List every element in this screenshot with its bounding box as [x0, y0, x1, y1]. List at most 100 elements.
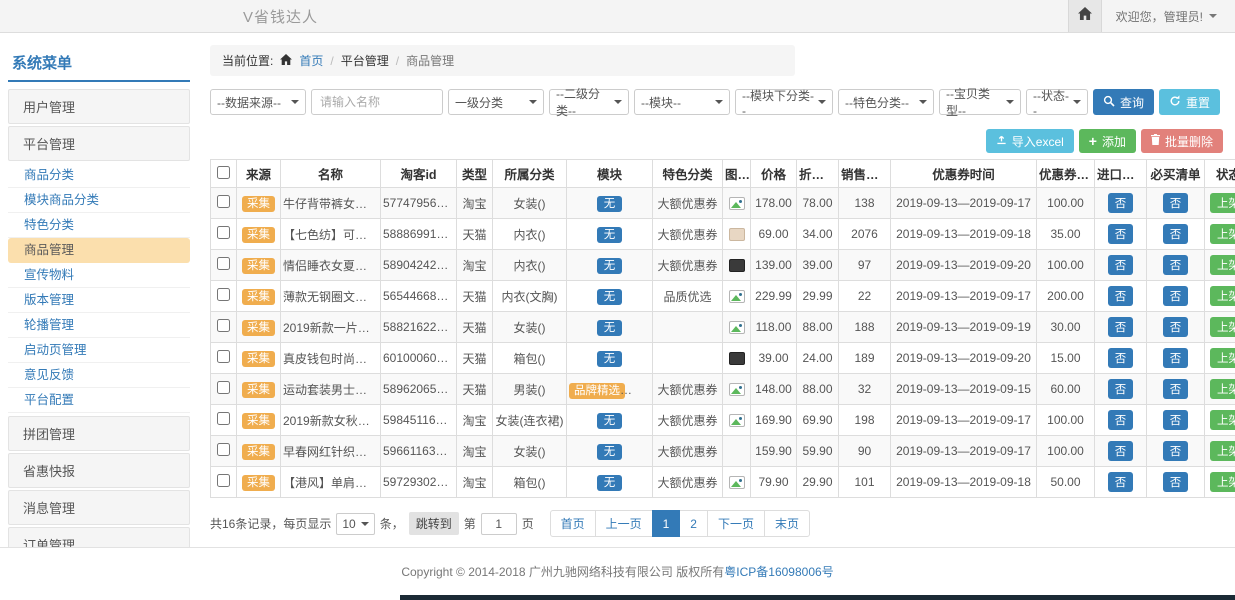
col-header-sales: 销售数量 [839, 160, 891, 188]
sidebar-subitem-feedback[interactable]: 意见反馈 [8, 363, 190, 388]
col-header-coupon-time: 优惠券时间 [891, 160, 1037, 188]
must-buy-toggle[interactable]: 否 [1163, 317, 1189, 337]
home-button[interactable] [1068, 0, 1102, 32]
page-button-last[interactable]: 末页 [764, 510, 810, 537]
data-source-select[interactable]: --数据来源-- [210, 89, 306, 115]
level1-category-select[interactable]: 一级分类 [448, 89, 544, 115]
sidebar-subitem-promo-material[interactable]: 宣传物料 [8, 263, 190, 288]
status-button[interactable]: 上架 [1210, 441, 1235, 461]
row-checkbox[interactable] [217, 257, 230, 270]
product-thumb-icon [729, 476, 745, 489]
feature-category-select[interactable]: --特色分类-- [838, 89, 934, 115]
user-menu[interactable]: 欢迎您，管理员! [1102, 8, 1235, 25]
row-checkbox[interactable] [217, 350, 230, 363]
sidebar-item-savings-express[interactable]: 省惠快报 [8, 453, 190, 488]
status-button[interactable]: 上架 [1210, 379, 1235, 399]
cell-select [211, 281, 237, 312]
import-select-toggle[interactable]: 否 [1108, 348, 1134, 368]
must-buy-toggle[interactable]: 否 [1163, 286, 1189, 306]
must-buy-toggle[interactable]: 否 [1163, 224, 1189, 244]
import-select-toggle[interactable]: 否 [1108, 317, 1134, 337]
reset-button[interactable]: 重置 [1159, 89, 1220, 115]
row-checkbox[interactable] [217, 381, 230, 394]
icp-link[interactable]: 粤ICP备16098006号 [724, 565, 833, 579]
page-button-1[interactable]: 1 [652, 510, 681, 537]
import-select-toggle[interactable]: 否 [1108, 224, 1134, 244]
row-checkbox[interactable] [217, 288, 230, 301]
must-buy-toggle[interactable]: 否 [1163, 410, 1189, 430]
row-checkbox[interactable] [217, 319, 230, 332]
import-excel-button[interactable]: 导入excel [986, 129, 1074, 153]
must-buy-toggle[interactable]: 否 [1163, 348, 1189, 368]
per-page-select[interactable]: 10 [336, 513, 374, 535]
cell-select [211, 467, 237, 498]
sidebar-subitem-module-product-category[interactable]: 模块商品分类 [8, 188, 190, 213]
level2-category-select[interactable]: --二级分类-- [549, 89, 629, 115]
must-buy-toggle[interactable]: 否 [1163, 193, 1189, 213]
sidebar-item-user-management[interactable]: 用户管理 [8, 89, 190, 124]
status-button[interactable]: 上架 [1210, 193, 1235, 213]
sidebar-subitem-carousel-management[interactable]: 轮播管理 [8, 313, 190, 338]
sidebar-item-order-management[interactable]: 订单管理 [8, 527, 190, 547]
row-checkbox[interactable] [217, 474, 230, 487]
cell-discount-price: 59.90 [797, 436, 839, 467]
import-select-toggle[interactable]: 否 [1108, 255, 1134, 275]
sidebar-subitem-feature-category[interactable]: 特色分类 [8, 213, 190, 238]
cell-must-buy: 否 [1147, 219, 1205, 250]
sidebar-item-platform-management[interactable]: 平台管理 [8, 126, 190, 161]
products-table-wrap: 来源名称淘客id类型所属分类模块特色分类图标价格折后价销售数量优惠券时间优惠券金… [210, 159, 1223, 498]
status-button[interactable]: 上架 [1210, 317, 1235, 337]
import-select-toggle[interactable]: 否 [1108, 472, 1134, 492]
status-button[interactable]: 上架 [1210, 224, 1235, 244]
import-select-toggle[interactable]: 否 [1108, 193, 1134, 213]
cell-coupon-time: 2019-09-13—2019-09-18 [891, 219, 1037, 250]
import-select-toggle[interactable]: 否 [1108, 410, 1134, 430]
row-checkbox[interactable] [217, 195, 230, 208]
module-badge: 无 [597, 413, 623, 429]
status-button[interactable]: 上架 [1210, 410, 1235, 430]
breadcrumb-home-link[interactable]: 首页 [299, 52, 323, 69]
sidebar-subitem-version-management[interactable]: 版本管理 [8, 288, 190, 313]
status-button[interactable]: 上架 [1210, 472, 1235, 492]
module-subcategory-select[interactable]: --模块下分类-- [735, 89, 833, 115]
row-checkbox[interactable] [217, 412, 230, 425]
select-all-checkbox[interactable] [217, 166, 230, 179]
sidebar-subitem-platform-config[interactable]: 平台配置 [8, 388, 190, 413]
name-search-input[interactable] [311, 89, 443, 115]
page-button-2[interactable]: 2 [679, 510, 708, 537]
status-button[interactable]: 上架 [1210, 348, 1235, 368]
status-select[interactable]: --状态-- [1026, 89, 1088, 115]
jump-button[interactable]: 跳转到 [409, 512, 459, 535]
must-buy-toggle[interactable]: 否 [1163, 379, 1189, 399]
page-button-next[interactable]: 下一页 [707, 510, 765, 537]
sidebar-item-group-buy-management[interactable]: 拼团管理 [8, 416, 190, 451]
sidebar-subitem-product-management[interactable]: 商品管理 [8, 238, 190, 263]
batch-delete-button[interactable]: 批量删除 [1141, 129, 1223, 153]
search-button[interactable]: 查询 [1093, 89, 1154, 115]
jump-page-input[interactable] [481, 513, 517, 535]
page-button-prev[interactable]: 上一页 [595, 510, 653, 537]
must-buy-toggle[interactable]: 否 [1163, 255, 1189, 275]
col-header-must-buy: 必买清单 [1147, 160, 1205, 188]
row-checkbox[interactable] [217, 443, 230, 456]
product-thumb-icon [729, 259, 745, 272]
row-checkbox[interactable] [217, 226, 230, 239]
col-header-category: 所属分类 [493, 160, 567, 188]
source-badge: 采集 [242, 196, 275, 212]
page-button-first[interactable]: 首页 [550, 510, 596, 537]
sidebar-subitem-splash-page-management[interactable]: 启动页管理 [8, 338, 190, 363]
import-select-toggle[interactable]: 否 [1108, 286, 1134, 306]
sidebar-item-message-management[interactable]: 消息管理 [8, 490, 190, 525]
must-buy-toggle[interactable]: 否 [1163, 441, 1189, 461]
module-select[interactable]: --模块-- [634, 89, 730, 115]
import-select-toggle[interactable]: 否 [1108, 441, 1134, 461]
sidebar-subitem-product-category[interactable]: 商品分类 [8, 163, 190, 188]
status-button[interactable]: 上架 [1210, 255, 1235, 275]
add-button[interactable]: + 添加 [1079, 129, 1136, 153]
cell-must-buy: 否 [1147, 312, 1205, 343]
must-buy-toggle[interactable]: 否 [1163, 472, 1189, 492]
jump-prefix: 第 [464, 515, 476, 532]
import-select-toggle[interactable]: 否 [1108, 379, 1134, 399]
item-type-select[interactable]: --宝贝类型-- [939, 89, 1021, 115]
status-button[interactable]: 上架 [1210, 286, 1235, 306]
